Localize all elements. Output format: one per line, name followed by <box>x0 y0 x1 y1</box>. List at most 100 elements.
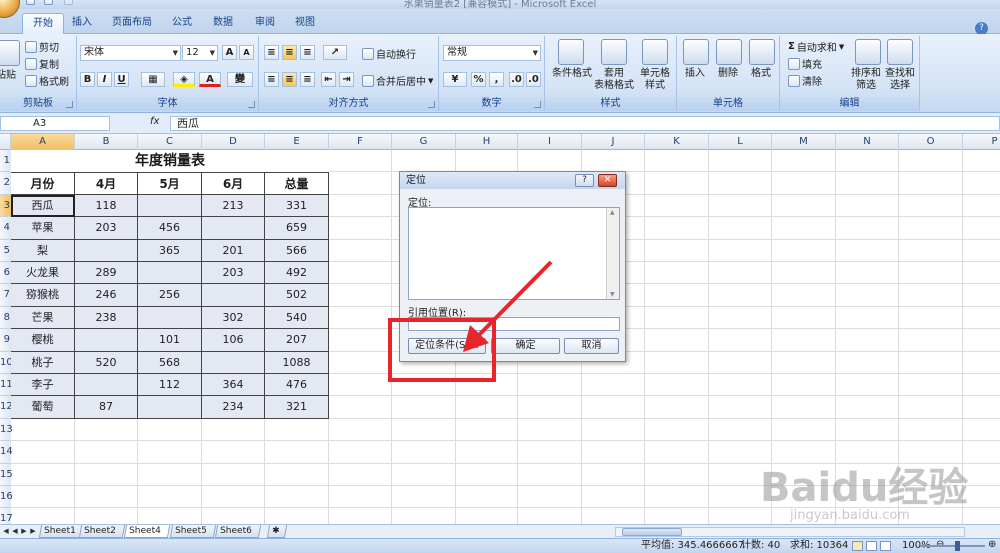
delete-cells-button[interactable]: 删除 <box>713 68 743 80</box>
sales-value-cell[interactable]: 101 <box>138 329 202 352</box>
fruit-name-cell[interactable]: 火龙果 <box>11 262 75 285</box>
italic-button[interactable]: I <box>97 72 112 87</box>
column-header-d[interactable]: D <box>202 134 265 150</box>
column-header-j[interactable]: J <box>582 134 645 150</box>
column-header-e[interactable]: E <box>265 134 329 150</box>
prev-sheet-icon[interactable]: ◀ <box>11 526 19 537</box>
format-cells-button[interactable]: 格式 <box>746 68 776 80</box>
formula-input[interactable]: 西瓜 <box>170 116 1000 131</box>
row-header-17[interactable]: 17 <box>0 508 13 524</box>
row-header-3[interactable]: 3 <box>0 194 11 218</box>
fruit-name-cell[interactable]: 李子 <box>11 374 75 397</box>
fruit-name-cell[interactable]: 猕猴桃 <box>11 284 75 307</box>
sales-value-cell[interactable] <box>138 194 202 218</box>
row-header-2[interactable]: 2 <box>0 172 11 195</box>
column-header-g[interactable]: G <box>392 134 456 150</box>
page-break-view-icon[interactable] <box>880 541 891 551</box>
paste-button[interactable]: 粘贴 <box>0 70 16 82</box>
row-header-12[interactable]: 12 <box>0 396 13 419</box>
sales-value-cell[interactable]: 568 <box>138 351 202 374</box>
dialog-launcher-icon[interactable] <box>428 101 435 108</box>
merge-center-button[interactable]: 合并后居中 ▼ <box>362 73 433 88</box>
normal-view-icon[interactable] <box>852 541 863 551</box>
zoom-in-icon[interactable]: ⊕ <box>988 538 996 552</box>
tab-review[interactable]: 审阅 <box>245 13 285 34</box>
row-header-7[interactable]: 7 <box>0 284 11 307</box>
sales-value-cell[interactable]: 364 <box>202 374 265 397</box>
decrease-indent-button[interactable]: ⇤ <box>321 72 336 87</box>
font-name-select[interactable]: 宋体 ▼ <box>80 45 181 61</box>
row-header-4[interactable]: 4 <box>0 217 11 240</box>
fruit-name-cell[interactable]: 葡萄 <box>11 396 75 419</box>
find-select-button[interactable]: 查找和 选择 <box>881 68 919 92</box>
tab-view[interactable]: 视图 <box>285 13 325 34</box>
fruit-name-cell[interactable]: 梨 <box>11 239 75 262</box>
insert-cells-icon[interactable] <box>683 39 709 65</box>
sheet-tab-sheet6[interactable]: Sheet6 <box>214 525 262 538</box>
dialog-launcher-icon[interactable] <box>248 101 255 108</box>
sales-value-cell[interactable] <box>202 351 265 374</box>
paste-icon[interactable] <box>0 40 20 66</box>
tab-data[interactable]: 数据 <box>203 13 243 34</box>
new-sheet-icon[interactable]: ✱ <box>266 525 288 538</box>
sales-value-cell[interactable]: 321 <box>265 396 329 419</box>
sales-value-cell[interactable] <box>138 306 202 330</box>
row-header-13[interactable]: 13 <box>0 418 13 442</box>
sales-value-cell[interactable]: 207 <box>265 329 329 352</box>
quick-access-toolbar[interactable] <box>24 0 104 7</box>
zoom-slider-knob[interactable] <box>955 541 960 551</box>
cancel-button[interactable]: 取消 <box>564 338 619 354</box>
align-center-button[interactable]: ≡ <box>282 72 297 87</box>
align-left-button[interactable]: ≡ <box>264 72 279 87</box>
insert-cells-button[interactable]: 插入 <box>680 68 710 80</box>
conditional-format-icon[interactable] <box>558 39 584 65</box>
phonetic-button[interactable]: 變 <box>227 72 253 87</box>
fruit-name-cell[interactable]: 芒果 <box>11 306 75 330</box>
sales-value-cell[interactable] <box>202 217 265 240</box>
name-box[interactable]: A3 <box>0 116 110 131</box>
sales-value-cell[interactable] <box>138 396 202 419</box>
row-header-14[interactable]: 14 <box>0 441 13 464</box>
sales-value-cell[interactable]: 106 <box>202 329 265 352</box>
column-header-o[interactable]: O <box>899 134 963 150</box>
page-layout-view-icon[interactable] <box>866 541 877 551</box>
next-sheet-icon[interactable]: ▶ <box>20 526 28 537</box>
format-painter-button[interactable]: 格式刷 <box>25 73 69 88</box>
align-middle-button[interactable]: ≡ <box>282 45 297 60</box>
table-format-button[interactable]: 套用 表格格式 <box>591 68 637 92</box>
orientation-button[interactable]: ↗ <box>323 45 347 60</box>
font-color-button[interactable]: A <box>199 72 221 87</box>
column-header-f[interactable]: F <box>329 134 392 150</box>
sales-value-cell[interactable]: 118 <box>75 194 138 218</box>
sort-filter-button[interactable]: 排序和 筛选 <box>848 68 884 92</box>
sales-value-cell[interactable]: 331 <box>265 194 329 218</box>
sales-value-cell[interactable]: 520 <box>75 351 138 374</box>
sales-value-cell[interactable]: 476 <box>265 374 329 397</box>
close-icon[interactable]: ✕ <box>598 174 617 187</box>
shrink-font-button[interactable]: A <box>239 45 254 60</box>
save-icon[interactable] <box>26 0 35 5</box>
conditional-format-button[interactable]: 条件格式 <box>550 68 594 80</box>
fruit-name-cell[interactable]: 苹果 <box>11 217 75 240</box>
sales-value-cell[interactable]: 234 <box>202 396 265 419</box>
sheet-tab-sheet2[interactable]: Sheet2 <box>78 525 126 538</box>
last-sheet-icon[interactable]: ▶ <box>29 526 37 537</box>
column-header-b[interactable]: B <box>75 134 138 150</box>
scroll-up-icon[interactable]: ▲ <box>610 209 615 216</box>
dialog-launcher-icon[interactable] <box>534 101 541 108</box>
sales-value-cell[interactable]: 203 <box>202 262 265 285</box>
table-format-icon[interactable] <box>601 39 627 65</box>
sales-value-cell[interactable]: 213 <box>202 194 265 218</box>
align-top-button[interactable]: ≡ <box>264 45 279 60</box>
fruit-name-cell[interactable]: 樱桃 <box>11 329 75 352</box>
cell-styles-icon[interactable] <box>642 39 668 65</box>
row-header-16[interactable]: 16 <box>0 486 13 509</box>
first-sheet-icon[interactable]: ◀ <box>2 526 10 537</box>
sales-value-cell[interactable]: 238 <box>75 306 138 330</box>
sales-value-cell[interactable]: 566 <box>265 239 329 262</box>
scroll-thumb[interactable] <box>622 528 682 536</box>
sales-value-cell[interactable] <box>202 284 265 307</box>
wrap-text-button[interactable]: 自动换行 <box>362 46 416 61</box>
percent-button[interactable]: % <box>471 72 486 87</box>
autosum-button[interactable]: Σ 自动求和 ▼ <box>788 39 844 54</box>
